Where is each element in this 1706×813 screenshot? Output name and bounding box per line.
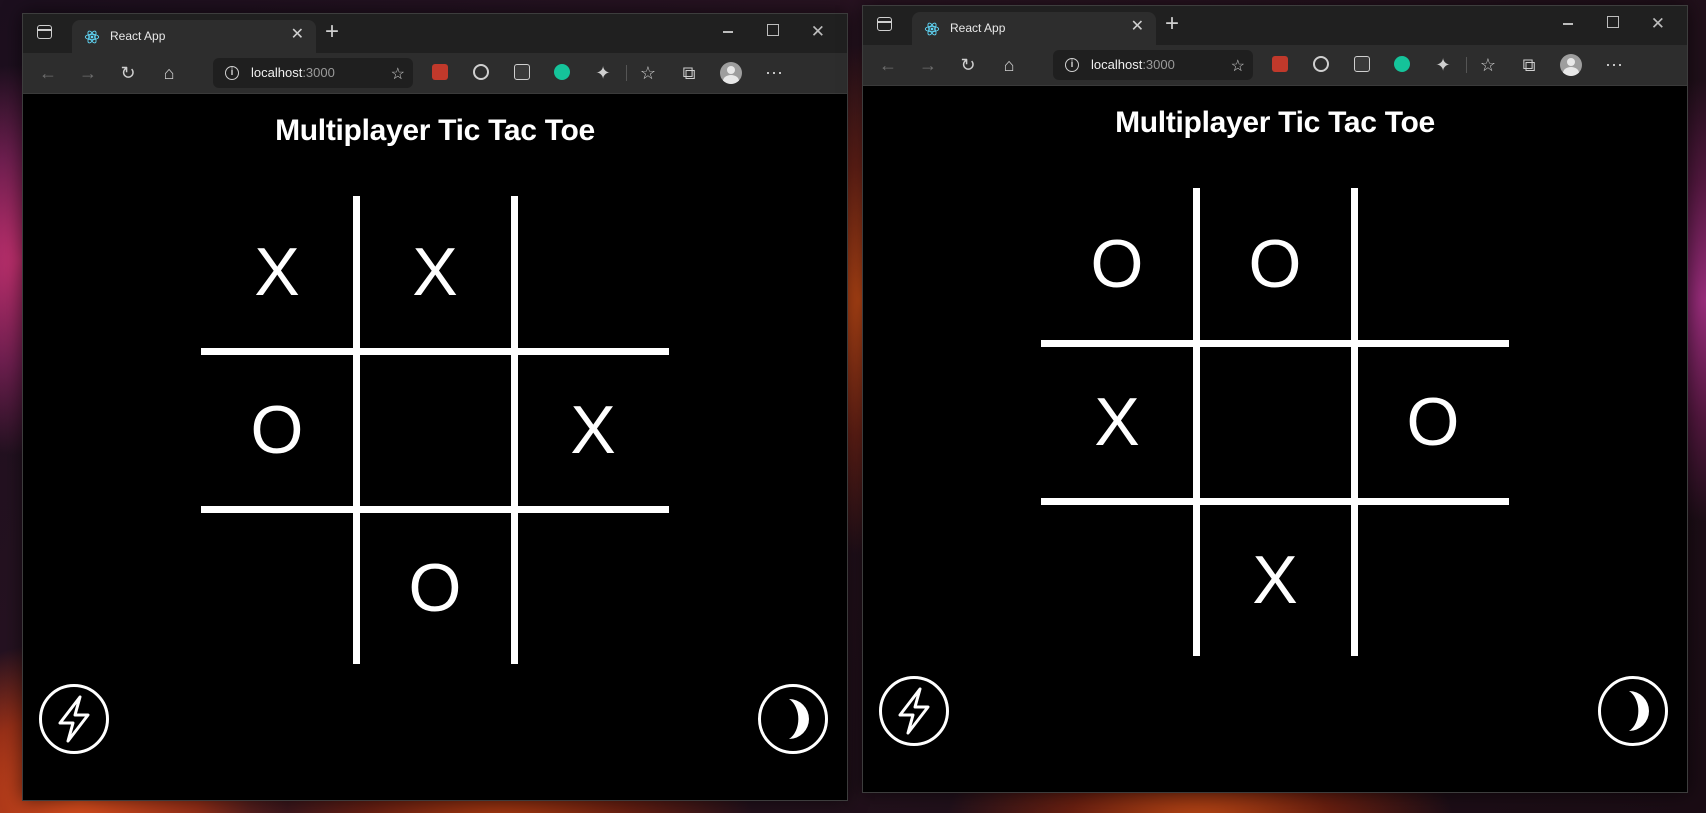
maximize-button[interactable]: [1607, 14, 1619, 34]
extension-dark-icon[interactable]: [514, 64, 530, 80]
new-tab-icon[interactable]: +: [1165, 11, 1179, 37]
game-board: O O X O X: [1041, 188, 1509, 656]
react-icon: [924, 22, 940, 36]
lightning-icon: [898, 687, 930, 735]
board-cell[interactable]: X: [201, 196, 353, 348]
board-cell[interactable]: [517, 196, 669, 348]
tab-bar: React App ✕ + ✕: [863, 6, 1687, 45]
collections-icon[interactable]: ⧉: [1518, 54, 1540, 76]
favorites-icon[interactable]: ☆: [1477, 54, 1499, 76]
moon-icon: [1629, 691, 1649, 731]
board-cell[interactable]: [517, 512, 669, 664]
info-icon[interactable]: i: [1065, 58, 1079, 72]
toolbar: ← → ↻ ⌂ i localhost:3000 ☆ ✦ ☆ ⧉ ⋯: [863, 45, 1687, 86]
theme-toggle-button[interactable]: [1598, 676, 1668, 746]
minimize-button[interactable]: [1563, 14, 1573, 34]
tab-react-app[interactable]: React App ✕: [72, 20, 316, 53]
tab-react-app[interactable]: React App ✕: [912, 12, 1156, 45]
tab-title: React App: [110, 29, 166, 43]
board-cell[interactable]: X: [1041, 346, 1193, 498]
board-cell[interactable]: X: [517, 354, 669, 506]
more-icon[interactable]: ⋯: [1603, 54, 1625, 76]
toolbar-separator: [626, 65, 627, 81]
minimize-button[interactable]: [723, 22, 733, 42]
grammarly-icon[interactable]: [1394, 56, 1410, 72]
lightning-icon: [58, 695, 90, 743]
lightning-button[interactable]: [39, 684, 109, 754]
add-favorite-icon[interactable]: ☆: [1231, 56, 1245, 76]
extension-dark-icon[interactable]: [1354, 56, 1370, 72]
back-icon[interactable]: ←: [877, 54, 899, 76]
page-content: Multiplayer Tic Tac Toe O O X O X: [863, 86, 1687, 792]
board-cell[interactable]: [1199, 346, 1351, 498]
profile-avatar[interactable]: [720, 62, 742, 84]
forward-icon[interactable]: →: [77, 62, 99, 84]
address-text: localhost:3000: [1091, 57, 1175, 72]
theme-toggle-button[interactable]: [758, 684, 828, 754]
extension-target-icon[interactable]: [473, 64, 489, 80]
address-bar[interactable]: i localhost:3000 ☆: [213, 58, 413, 88]
forward-icon[interactable]: →: [917, 54, 939, 76]
close-window-button[interactable]: ✕: [811, 22, 825, 42]
address-text: localhost:3000: [251, 65, 335, 80]
extensions-puzzle-icon[interactable]: ✦: [592, 62, 614, 84]
tab-close-icon[interactable]: ✕: [291, 26, 304, 44]
board-cell[interactable]: O: [1199, 188, 1351, 340]
refresh-icon[interactable]: ↻: [957, 54, 979, 76]
home-icon[interactable]: ⌂: [158, 62, 180, 84]
info-icon[interactable]: i: [225, 66, 239, 80]
board-cell[interactable]: X: [1199, 504, 1351, 656]
address-bar[interactable]: i localhost:3000 ☆: [1053, 50, 1253, 80]
game-board: X X O X O: [201, 196, 669, 664]
board-cell[interactable]: [1357, 504, 1509, 656]
page-title: Multiplayer Tic Tac Toe: [275, 114, 595, 147]
board-cell[interactable]: [1357, 188, 1509, 340]
toolbar-separator: [1466, 57, 1467, 73]
extension-red-icon[interactable]: [432, 64, 448, 80]
browser-window-2: React App ✕ + ✕ ← → ↻ ⌂ i localhost:3000…: [862, 5, 1688, 793]
sidebar-toggle-icon[interactable]: [37, 25, 52, 39]
tab-title: React App: [950, 21, 1006, 35]
board-cell[interactable]: O: [1041, 188, 1193, 340]
lightning-button[interactable]: [879, 676, 949, 746]
extension-red-icon[interactable]: [1272, 56, 1288, 72]
favorites-icon[interactable]: ☆: [637, 62, 659, 84]
add-favorite-icon[interactable]: ☆: [391, 64, 405, 84]
extension-target-icon[interactable]: [1313, 56, 1329, 72]
tab-close-icon[interactable]: ✕: [1131, 18, 1144, 36]
browser-window-1: React App ✕ + ✕ ← → ↻ ⌂ i localhost:3000…: [22, 13, 848, 801]
tab-bar: React App ✕ + ✕: [23, 14, 847, 53]
back-icon[interactable]: ←: [37, 62, 59, 84]
board-cell[interactable]: [201, 512, 353, 664]
maximize-button[interactable]: [767, 22, 779, 42]
more-icon[interactable]: ⋯: [763, 62, 785, 84]
collections-icon[interactable]: ⧉: [678, 62, 700, 84]
board-cell[interactable]: [359, 354, 511, 506]
grammarly-icon[interactable]: [554, 64, 570, 80]
board-cell[interactable]: O: [1357, 346, 1509, 498]
toolbar: ← → ↻ ⌂ i localhost:3000 ☆ ✦ ☆ ⧉ ⋯: [23, 53, 847, 94]
home-icon[interactable]: ⌂: [998, 54, 1020, 76]
new-tab-icon[interactable]: +: [325, 19, 339, 45]
board-cell[interactable]: O: [359, 512, 511, 664]
board-cell[interactable]: [1041, 504, 1193, 656]
close-window-button[interactable]: ✕: [1651, 14, 1665, 34]
extensions-puzzle-icon[interactable]: ✦: [1432, 54, 1454, 76]
page-title: Multiplayer Tic Tac Toe: [1115, 106, 1435, 139]
moon-icon: [789, 699, 809, 739]
react-icon: [84, 30, 100, 44]
page-content: Multiplayer Tic Tac Toe X X O X O: [23, 94, 847, 800]
board-cell[interactable]: X: [359, 196, 511, 348]
refresh-icon[interactable]: ↻: [117, 62, 139, 84]
board-cell[interactable]: O: [201, 354, 353, 506]
profile-avatar[interactable]: [1560, 54, 1582, 76]
sidebar-toggle-icon[interactable]: [877, 17, 892, 31]
